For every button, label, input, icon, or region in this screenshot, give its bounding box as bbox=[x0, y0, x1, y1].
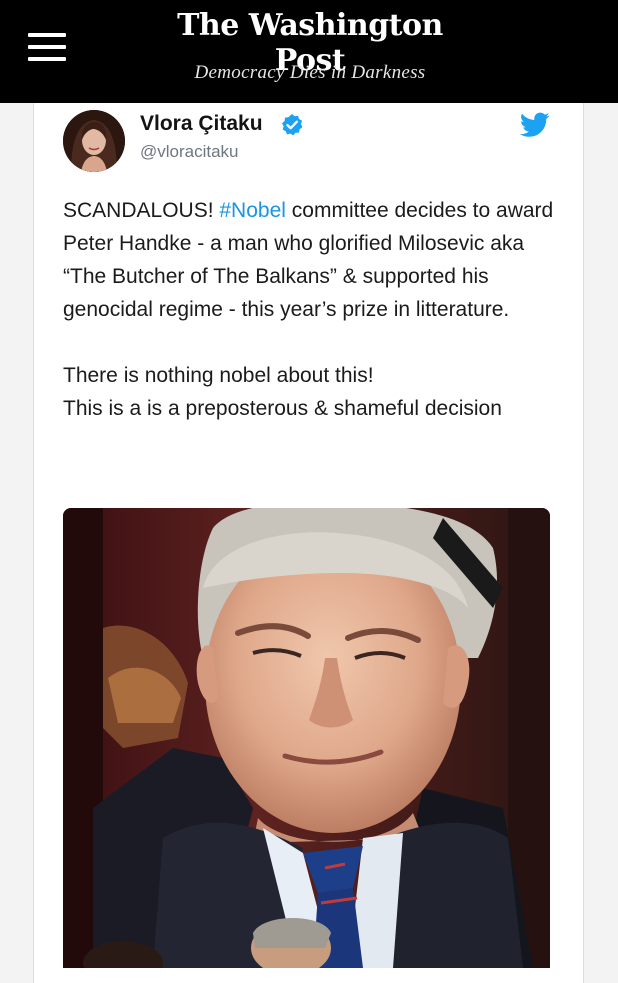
author-avatar[interactable] bbox=[63, 110, 125, 172]
author-name[interactable]: Vlora Çitaku bbox=[140, 112, 263, 136]
verified-badge-icon bbox=[282, 114, 303, 136]
twitter-bird-icon[interactable] bbox=[520, 112, 550, 138]
tweet-paragraph-1: SCANDALOUS! #Nobel committee decides to … bbox=[63, 194, 563, 326]
hashtag-link[interactable]: #Nobel bbox=[219, 199, 286, 222]
author-handle[interactable]: @vloracitaku bbox=[140, 142, 239, 162]
tweet-text-lead: SCANDALOUS! bbox=[63, 199, 220, 222]
tweet-photo[interactable] bbox=[63, 508, 550, 968]
tweet-text-line: This is a is a preposterous & shameful d… bbox=[63, 397, 502, 420]
portrait-photo bbox=[63, 508, 550, 968]
site-header: The Washington Post Democracy Dies in Da… bbox=[0, 0, 618, 103]
tweet-paragraph-2: There is nothing nobel about this! This i… bbox=[63, 359, 563, 425]
tagline: Democracy Dies in Darkness bbox=[194, 62, 426, 83]
hamburger-menu-icon[interactable] bbox=[28, 28, 68, 64]
tweet-text-line: There is nothing nobel about this! bbox=[63, 364, 374, 387]
avatar-portrait bbox=[63, 110, 125, 172]
tweet-text: SCANDALOUS! #Nobel committee decides to … bbox=[63, 194, 563, 425]
